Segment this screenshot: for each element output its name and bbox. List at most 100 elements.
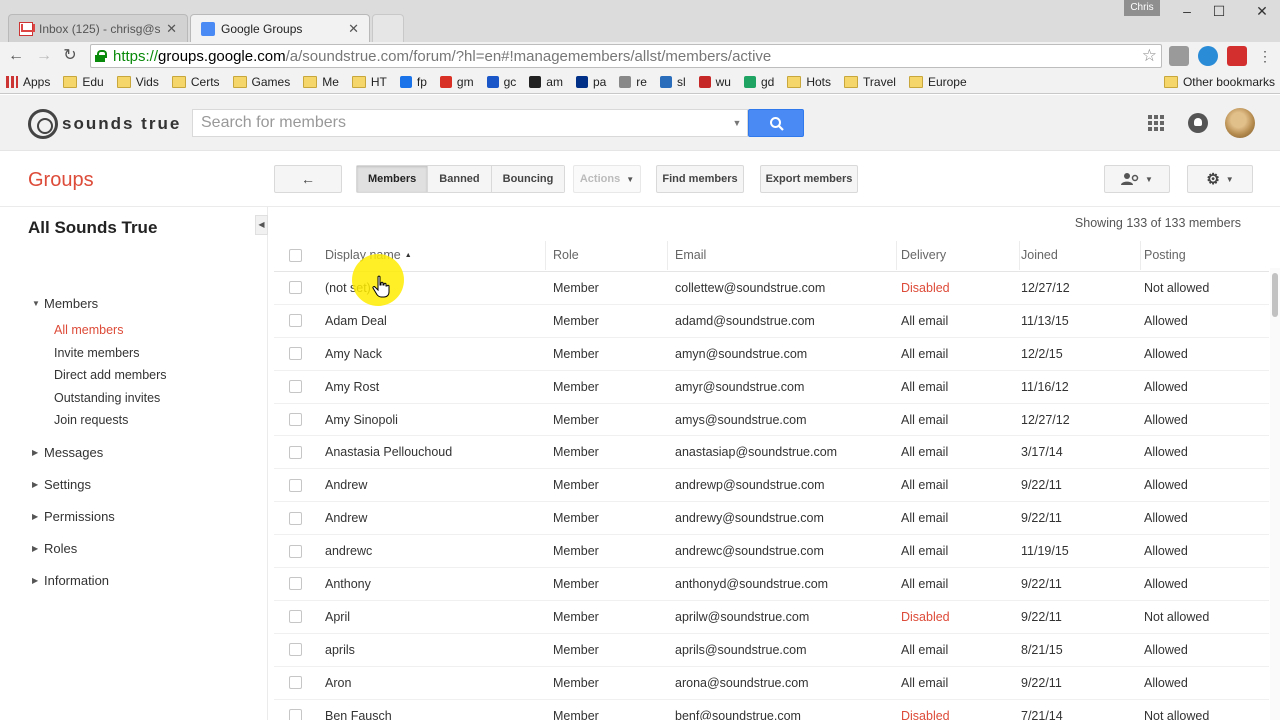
other-bookmarks[interactable]: Other bookmarks bbox=[1163, 70, 1275, 94]
bookmark-am[interactable]: am bbox=[529, 75, 563, 89]
bookmark-edu[interactable]: Edu bbox=[63, 75, 104, 89]
close-icon[interactable]: ✕ bbox=[348, 21, 359, 37]
member-name[interactable]: (not set) bbox=[320, 281, 549, 295]
column-header-role[interactable]: Role bbox=[549, 248, 670, 262]
sidebar-section-settings[interactable]: ▶ Settings bbox=[0, 475, 255, 495]
member-email[interactable]: andrewp@soundstrue.com bbox=[670, 478, 898, 492]
table-row[interactable]: Andrew Member andrewy@soundstrue.com All em… bbox=[274, 502, 1269, 536]
tab-google-groups[interactable]: Google Groups ✕ bbox=[190, 14, 370, 42]
member-name[interactable]: Aron bbox=[320, 676, 549, 690]
table-row[interactable]: Amy Nack Member amyn@soundstrue.com All ema… bbox=[274, 338, 1269, 371]
extension-icon[interactable] bbox=[1169, 46, 1189, 66]
member-name[interactable]: Adam Deal bbox=[320, 314, 549, 328]
member-email[interactable]: aprilw@soundstrue.com bbox=[670, 610, 898, 624]
row-checkbox[interactable] bbox=[289, 413, 302, 426]
member-email[interactable]: anastasiap@soundstrue.com bbox=[670, 445, 898, 459]
column-header-delivery[interactable]: Delivery bbox=[898, 248, 1019, 262]
row-checkbox[interactable] bbox=[289, 281, 302, 295]
bookmark-sl[interactable]: sl bbox=[659, 75, 686, 89]
settings-menu-button[interactable]: ⚙ ▼ bbox=[1187, 165, 1253, 193]
sidebar-item-outstanding-invites[interactable]: Outstanding invites bbox=[0, 387, 255, 410]
member-name[interactable]: aprils bbox=[320, 643, 549, 657]
table-row[interactable]: April Member aprilw@soundstrue.com Disabled… bbox=[274, 601, 1269, 634]
back-button[interactable]: ← bbox=[274, 165, 342, 193]
member-email[interactable]: amyr@soundstrue.com bbox=[670, 380, 898, 394]
member-name[interactable]: Amy Sinopoli bbox=[320, 413, 549, 427]
search-button[interactable] bbox=[748, 109, 804, 137]
table-row[interactable]: Ben Fausch Member benf@soundstrue.com Disab… bbox=[274, 700, 1269, 720]
profile-name[interactable]: Chris bbox=[1124, 0, 1160, 16]
bookmark-travel[interactable]: Travel bbox=[844, 75, 896, 89]
column-header-joined[interactable]: Joined bbox=[1019, 248, 1142, 262]
forward-arrow-icon[interactable]: → bbox=[34, 46, 54, 66]
table-row[interactable]: aprils Member aprils@soundstrue.com All ema… bbox=[274, 634, 1269, 667]
extension-icon[interactable] bbox=[1198, 46, 1218, 66]
bookmark-europe[interactable]: Europe bbox=[908, 75, 967, 89]
row-checkbox[interactable] bbox=[289, 511, 302, 525]
member-email[interactable]: benf@soundstrue.com bbox=[670, 709, 898, 720]
sidebar-item-join-requests[interactable]: Join requests bbox=[0, 409, 255, 432]
bookmark-ht[interactable]: HT bbox=[351, 75, 387, 89]
member-email[interactable]: adamd@soundstrue.com bbox=[670, 314, 898, 328]
table-row[interactable]: Anthony Member anthonyd@soundstrue.com All … bbox=[274, 568, 1269, 601]
bookmark-certs[interactable]: Certs bbox=[171, 75, 220, 89]
sidebar-section-roles[interactable]: ▶ Roles bbox=[0, 539, 255, 559]
table-row[interactable]: Adam Deal Member adamd@soundstrue.com All e… bbox=[274, 305, 1269, 338]
table-row[interactable]: Anastasia Pellouchoud Member anastasiap@so… bbox=[274, 436, 1269, 470]
find-members-button[interactable]: Find members bbox=[656, 165, 744, 193]
sounds-true-logo[interactable]: sounds true bbox=[28, 109, 181, 139]
column-header-email[interactable]: Email bbox=[670, 248, 898, 262]
tab-bouncing[interactable]: Bouncing bbox=[491, 166, 565, 192]
close-icon[interactable]: ✕ bbox=[166, 21, 177, 37]
row-checkbox[interactable] bbox=[289, 643, 302, 657]
member-name[interactable]: Anthony bbox=[320, 577, 549, 591]
table-row[interactable]: Amy Sinopoli Member amys@soundstrue.com All… bbox=[274, 404, 1269, 437]
sidebar-item-all-members[interactable]: All members bbox=[0, 319, 255, 342]
sidebar-section-information[interactable]: ▶ Information bbox=[0, 571, 255, 591]
search-input[interactable] bbox=[201, 114, 727, 132]
bookmark-hots[interactable]: Hots bbox=[787, 75, 831, 89]
member-email[interactable]: amyn@soundstrue.com bbox=[670, 347, 898, 361]
bookmark-re[interactable]: re bbox=[619, 75, 647, 89]
row-checkbox[interactable] bbox=[289, 445, 302, 459]
row-checkbox[interactable] bbox=[289, 709, 302, 720]
back-arrow-icon[interactable]: ← bbox=[6, 46, 26, 66]
bookmark-gd[interactable]: gd bbox=[743, 75, 774, 89]
row-checkbox[interactable] bbox=[289, 577, 302, 591]
member-name[interactable]: Andrew bbox=[320, 478, 549, 492]
bookmark-gm[interactable]: gm bbox=[439, 75, 474, 89]
collapse-sidebar-icon[interactable]: ◀ bbox=[255, 215, 268, 235]
table-row[interactable]: andrewc Member andrewc@soundstrue.com All e… bbox=[274, 535, 1269, 569]
actions-dropdown[interactable]: Actions ▼ bbox=[573, 165, 641, 193]
export-members-button[interactable]: Export members bbox=[760, 165, 858, 193]
row-checkbox[interactable] bbox=[289, 380, 302, 394]
bookmark-vids[interactable]: Vids bbox=[116, 75, 159, 89]
member-name[interactable]: Amy Nack bbox=[320, 347, 549, 361]
table-row[interactable]: Amy Rost Member amyr@soundstrue.com All ema… bbox=[274, 371, 1269, 404]
member-email[interactable]: amys@soundstrue.com bbox=[670, 413, 898, 427]
bookmark-apps[interactable]: Apps bbox=[6, 75, 50, 89]
member-name[interactable]: April bbox=[320, 610, 549, 624]
column-header-display-name[interactable]: Display name ▲ bbox=[320, 248, 549, 262]
member-email[interactable]: andrewc@soundstrue.com bbox=[670, 544, 898, 558]
minimize-button[interactable]: – bbox=[1172, 2, 1202, 20]
extension-icon[interactable] bbox=[1227, 46, 1247, 66]
bookmark-gc[interactable]: gc bbox=[486, 75, 516, 89]
member-name[interactable]: andrewc bbox=[320, 544, 549, 558]
table-row[interactable]: (not set) Member collettew@soundstrue.com D… bbox=[274, 272, 1269, 305]
group-name[interactable]: All Sounds True bbox=[28, 218, 157, 238]
member-email[interactable]: arona@soundstrue.com bbox=[670, 676, 898, 690]
address-bar[interactable]: https:// groups.google.com /a/soundstrue… bbox=[90, 44, 1162, 68]
row-checkbox[interactable] bbox=[289, 478, 302, 492]
sidebar-section-permissions[interactable]: ▶ Permissions bbox=[0, 507, 255, 527]
tab-inbox[interactable]: Inbox (125) - chrisg@soun ✕ bbox=[8, 14, 188, 42]
select-all-checkbox[interactable] bbox=[289, 248, 302, 262]
bookmark-fp[interactable]: fp bbox=[399, 75, 427, 89]
member-email[interactable]: andrewy@soundstrue.com bbox=[670, 511, 898, 525]
sidebar-item-invite-members[interactable]: Invite members bbox=[0, 342, 255, 365]
member-name[interactable]: Amy Rost bbox=[320, 380, 549, 394]
tab-banned[interactable]: Banned bbox=[428, 166, 492, 192]
avatar[interactable] bbox=[1225, 108, 1255, 138]
row-checkbox[interactable] bbox=[289, 544, 302, 558]
row-checkbox[interactable] bbox=[289, 347, 302, 361]
